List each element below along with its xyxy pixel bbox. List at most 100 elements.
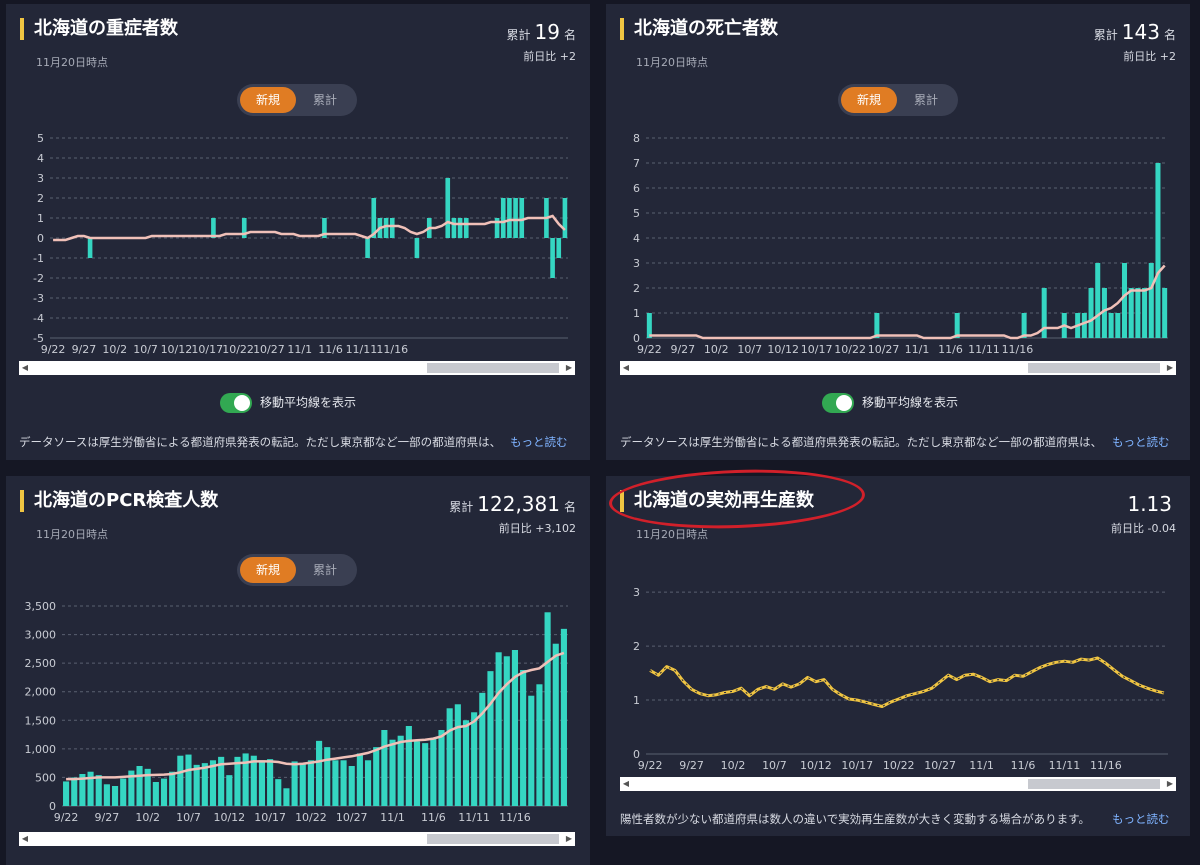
scroll-thumb[interactable] (427, 363, 559, 373)
bar (136, 766, 143, 806)
total-unit: 名 (563, 500, 576, 514)
bar (445, 178, 451, 238)
scroll-left-icon[interactable]: ◀ (620, 361, 632, 375)
bar (422, 743, 429, 806)
scroll-right-icon[interactable]: ▶ (1164, 777, 1176, 791)
scroll-right-icon[interactable]: ▶ (563, 361, 575, 375)
x-tick-label: 9/22 (637, 343, 662, 356)
x-tick-label: 10/2 (721, 759, 746, 772)
bar (1088, 288, 1094, 338)
bar (1095, 263, 1101, 338)
bar (446, 708, 453, 806)
mode-toggle[interactable]: 新規 累計 (838, 84, 958, 116)
x-tick-label: 11/11 (968, 343, 1000, 356)
diff-label: 前日比 +2 (1123, 50, 1176, 63)
bar (283, 788, 290, 806)
chart-scrollbar[interactable]: ◀ ▶ (620, 361, 1176, 375)
moving-average-switch[interactable]: 移動平均線を表示 (822, 393, 958, 413)
x-tick-label: 10/27 (868, 343, 900, 356)
bar (500, 198, 506, 238)
moving-average-line (649, 264, 1166, 340)
y-tick-label: -1 (33, 252, 44, 265)
new-toggle[interactable]: 新規 (240, 557, 296, 583)
cumulative-toggle[interactable]: 累計 (898, 87, 954, 113)
bar (513, 198, 518, 238)
bar (267, 759, 274, 806)
bar (299, 764, 306, 806)
total-unit: 名 (1163, 28, 1176, 42)
bar (373, 747, 380, 806)
bar (307, 760, 314, 806)
scroll-left-icon[interactable]: ◀ (19, 832, 31, 846)
new-toggle[interactable]: 新規 (841, 87, 897, 113)
chart-scrollbar[interactable]: ◀ ▶ (19, 361, 575, 375)
x-tick-label: 10/22 (295, 811, 327, 824)
scroll-left-icon[interactable]: ◀ (19, 361, 31, 375)
total-label: 累計 (506, 28, 531, 42)
panel-title: 北海道の死亡者数 (620, 18, 778, 40)
x-tick-label: 9/27 (72, 343, 97, 356)
bar (560, 628, 567, 806)
date-label: 11月20日時点 (636, 528, 708, 541)
bar (275, 779, 282, 806)
x-tick-label: 9/22 (638, 759, 663, 772)
bar (536, 684, 543, 806)
chart-scrollbar[interactable]: ◀ ▶ (19, 832, 575, 846)
bar (471, 712, 478, 806)
x-tick-label: 11/1 (969, 759, 994, 772)
panel-severe: 北海道の重症者数 11月20日時点 累計 19 名 前日比 +2 新規 累計 543… (6, 4, 590, 460)
scroll-thumb[interactable] (427, 834, 559, 844)
bar (389, 739, 396, 806)
date-label: 11月20日時点 (36, 56, 108, 69)
moving-average-label: 移動平均線を表示 (862, 395, 959, 410)
scroll-thumb[interactable] (1028, 363, 1160, 373)
y-tick-label: 5 (633, 207, 640, 220)
x-tick-label: 10/12 (213, 811, 245, 824)
diff-label: 前日比 +3,102 (498, 522, 576, 535)
scroll-left-icon[interactable]: ◀ (620, 777, 632, 791)
cumulative-toggle[interactable]: 累計 (297, 87, 353, 113)
scroll-right-icon[interactable]: ▶ (563, 832, 575, 846)
y-tick-label: 2 (633, 640, 640, 653)
x-tick-label: 10/17 (841, 759, 873, 772)
bar (169, 771, 176, 806)
mode-toggle[interactable]: 新規 累計 (237, 84, 357, 116)
scroll-thumb[interactable] (1028, 779, 1160, 789)
mode-toggle[interactable]: 新規 累計 (237, 554, 357, 586)
toggle-switch-icon[interactable] (220, 393, 252, 413)
new-toggle[interactable]: 新規 (240, 87, 296, 113)
bar (63, 781, 70, 806)
rt-line (649, 656, 1165, 708)
x-tick-label: 10/22 (834, 343, 866, 356)
bar (332, 760, 339, 806)
x-tick-label: 10/2 (102, 343, 127, 356)
bar (120, 778, 127, 806)
moving-average-switch[interactable]: 移動平均線を表示 (220, 393, 356, 413)
toggle-switch-icon[interactable] (822, 393, 854, 413)
x-tick-label: 11/16 (499, 811, 531, 824)
cumulative-toggle[interactable]: 累計 (297, 557, 353, 583)
panel-deaths: 北海道の死亡者数 11月20日時点 累計 143 名 前日比 +2 新規 累計 87… (606, 4, 1190, 460)
x-tick-label: 11/16 (1002, 343, 1034, 356)
y-tick-label: 6 (633, 182, 640, 195)
scroll-right-icon[interactable]: ▶ (1164, 361, 1176, 375)
read-more-link[interactable]: もっと読む (1112, 434, 1170, 450)
bar (430, 738, 437, 806)
read-more-link[interactable]: もっと読む (510, 434, 568, 450)
y-tick-label: 3,000 (25, 629, 57, 642)
chart-scrollbar[interactable]: ◀ ▶ (620, 777, 1176, 791)
y-tick-label: 2 (37, 192, 44, 205)
y-tick-label: 3 (633, 586, 640, 599)
total-value: 143 (1121, 20, 1160, 44)
bar (1121, 263, 1128, 338)
moving-average-label: 移動平均線を表示 (260, 395, 357, 410)
bar (520, 670, 527, 806)
diff-label: 前日比 +2 (523, 50, 576, 63)
bar (364, 760, 372, 806)
bar (340, 760, 347, 806)
bar (258, 760, 266, 806)
y-tick-label: -2 (33, 272, 44, 285)
bar (397, 735, 404, 806)
read-more-link[interactable]: もっと読む (1112, 811, 1170, 827)
y-tick-label: 1 (37, 212, 44, 225)
